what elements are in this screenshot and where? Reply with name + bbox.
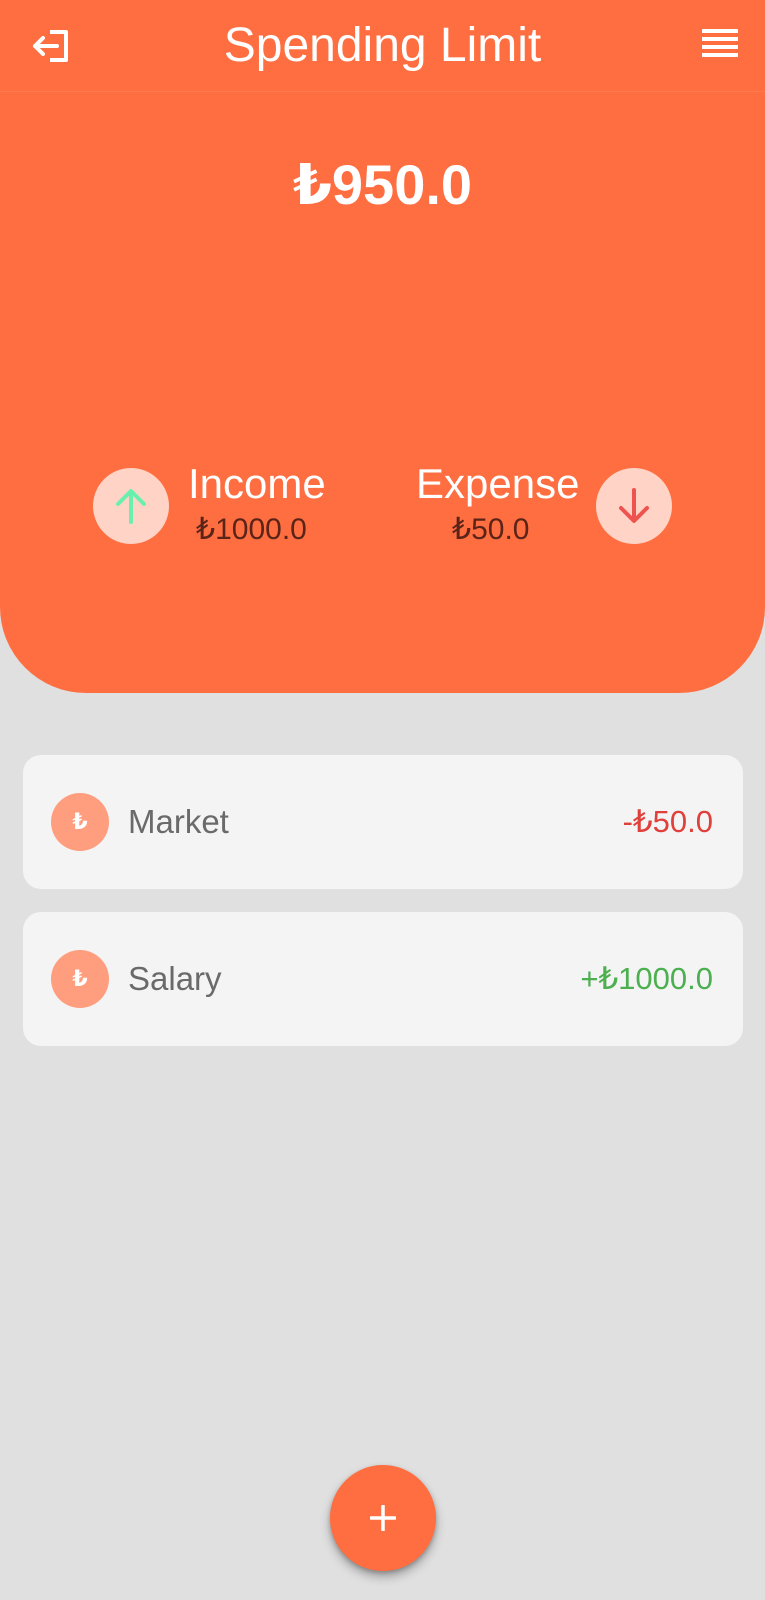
income-value: ₺1000.0 — [196, 513, 307, 546]
transaction-amount: -₺50.0 — [622, 804, 713, 839]
expense-value: ₺50.0 — [452, 513, 530, 546]
top-app-bar: Spending Limit — [0, 0, 765, 92]
arrow-down-icon — [619, 488, 649, 523]
list-menu-icon — [702, 29, 738, 57]
expense-label: Expense — [416, 460, 580, 507]
plus-icon — [370, 1505, 396, 1531]
menu-button[interactable] — [700, 26, 740, 64]
balance-amount: ₺950.0 — [292, 153, 473, 216]
income-indicator — [93, 468, 169, 544]
transaction-item-salary[interactable]: ₺ Salary +₺1000.0 — [23, 912, 743, 1046]
header-panel: Spending Limit ₺950.0 Income ₺1000.0 Exp… — [0, 0, 765, 693]
arrow-up-icon — [116, 489, 146, 524]
transaction-amount: +₺1000.0 — [580, 961, 713, 996]
app-screen: Spending Limit ₺950.0 Income ₺1000.0 Exp… — [0, 0, 765, 1600]
currency-icon: ₺ — [51, 950, 109, 1008]
income-label: Income — [188, 460, 326, 507]
transaction-item-market[interactable]: ₺ Market -₺50.0 — [23, 755, 743, 889]
transaction-name: Salary — [128, 960, 222, 997]
expense-indicator — [596, 468, 672, 544]
add-transaction-button[interactable] — [330, 1465, 436, 1571]
page-title: Spending Limit — [223, 19, 542, 72]
transaction-name: Market — [128, 803, 229, 840]
currency-icon: ₺ — [51, 793, 109, 851]
